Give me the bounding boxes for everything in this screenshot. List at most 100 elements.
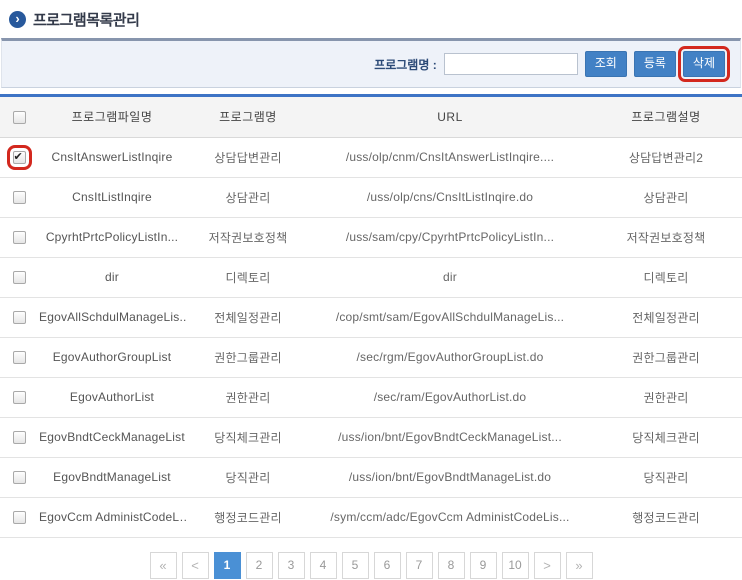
row-checkbox[interactable] xyxy=(13,311,26,324)
program-table: 프로그램파일명 프로그램명 URL 프로그램설명 CnsItAnswerList… xyxy=(0,97,742,538)
table-row: CnsItListInqire 상담관리 /uss/olp/cns/CnsItL… xyxy=(0,177,742,217)
row-checkbox-cell xyxy=(0,217,38,257)
pagination-prev-button[interactable]: < xyxy=(182,552,209,579)
cell-program-file: EgovBndtCeckManageList xyxy=(38,417,186,457)
cell-program-name: 전체일정관리 xyxy=(186,297,310,337)
row-checkbox-cell xyxy=(0,497,38,537)
table-row: EgovAuthorGroupList 권한그룹관리 /sec/rgm/Egov… xyxy=(0,337,742,377)
page-button-9[interactable]: 9 xyxy=(470,552,497,579)
row-checkbox-cell xyxy=(0,137,38,177)
table-row: EgovBndtCeckManageList 당직체크관리 /uss/ion/b… xyxy=(0,417,742,457)
cell-program-name: 권한관리 xyxy=(186,377,310,417)
page-button-1[interactable]: 1 xyxy=(214,552,241,579)
cell-url: /sym/ccm/adc/EgovCcm AdministCodeLis... xyxy=(310,497,590,537)
page-button-7[interactable]: 7 xyxy=(406,552,433,579)
cell-url: /cop/smt/sam/EgovAllSchdulManageLis... xyxy=(310,297,590,337)
cell-program-desc: 당직관리 xyxy=(590,457,742,497)
search-button[interactable]: 조회 xyxy=(585,51,627,76)
cell-url: /sec/ram/EgovAuthorList.do xyxy=(310,377,590,417)
cell-url: dir xyxy=(310,257,590,297)
cell-program-name: 저작권보호정책 xyxy=(186,217,310,257)
register-button[interactable]: 등록 xyxy=(634,51,676,76)
arrow-circle-icon: › xyxy=(9,11,26,28)
row-checkbox[interactable] xyxy=(13,391,26,404)
pagination-next-button[interactable]: > xyxy=(534,552,561,579)
row-checkbox-cell xyxy=(0,417,38,457)
cell-program-file: dir xyxy=(38,257,186,297)
table-row: EgovAllSchdulManageLis... 전체일정관리 /cop/sm… xyxy=(0,297,742,337)
table-row: EgovBndtManageList 당직관리 /uss/ion/bnt/Ego… xyxy=(0,457,742,497)
row-checkbox-cell xyxy=(0,177,38,217)
page-button-8[interactable]: 8 xyxy=(438,552,465,579)
cell-program-name: 디렉토리 xyxy=(186,257,310,297)
pagination-first-button[interactable]: « xyxy=(150,552,177,579)
pagination-last-button[interactable]: » xyxy=(566,552,593,579)
cell-program-desc: 저작권보호정책 xyxy=(590,217,742,257)
table-row: dir 디렉토리 dir 디렉토리 xyxy=(0,257,742,297)
row-checkbox-cell xyxy=(0,257,38,297)
cell-program-file: CpyrhtPrtcPolicyListIn... xyxy=(38,217,186,257)
table-header-row: 프로그램파일명 프로그램명 URL 프로그램설명 xyxy=(0,97,742,137)
page-title: 프로그램목록관리 xyxy=(33,9,139,30)
row-checkbox-cell xyxy=(0,377,38,417)
cell-program-file: EgovBndtManageList xyxy=(38,457,186,497)
cell-program-file: EgovAllSchdulManageLis... xyxy=(38,297,186,337)
cell-url: /sec/rgm/EgovAuthorGroupList.do xyxy=(310,337,590,377)
cell-url: /uss/olp/cns/CnsItListInqire.do xyxy=(310,177,590,217)
cell-program-desc: 상담답변관리2 xyxy=(590,137,742,177)
cell-program-desc: 행정코드관리 xyxy=(590,497,742,537)
row-checkbox-cell xyxy=(0,457,38,497)
row-checkbox[interactable] xyxy=(13,231,26,244)
page-button-5[interactable]: 5 xyxy=(342,552,369,579)
cell-program-name: 행정코드관리 xyxy=(186,497,310,537)
search-panel: 프로그램명 : 조회 등록 삭제 xyxy=(1,38,741,88)
cell-program-file: EgovAuthorGroupList xyxy=(38,337,186,377)
cell-program-file: CnsItAnswerListInqire xyxy=(38,137,186,177)
column-header-program-file: 프로그램파일명 xyxy=(38,97,186,137)
pagination: «<12345678910>» xyxy=(0,552,742,579)
column-header-url: URL xyxy=(310,97,590,137)
cell-program-desc: 상담관리 xyxy=(590,177,742,217)
column-header-program-desc: 프로그램설명 xyxy=(590,97,742,137)
column-header-program-name: 프로그램명 xyxy=(186,97,310,137)
table-row: CpyrhtPrtcPolicyListIn... 저작권보호정책 /uss/s… xyxy=(0,217,742,257)
row-checkbox[interactable] xyxy=(13,351,26,364)
cell-program-name: 상담답변관리 xyxy=(186,137,310,177)
cell-program-name: 상담관리 xyxy=(186,177,310,217)
row-checkbox[interactable] xyxy=(13,151,26,164)
row-checkbox[interactable] xyxy=(13,271,26,284)
cell-url: /uss/sam/cpy/CpyrhtPrtcPolicyListIn... xyxy=(310,217,590,257)
cell-program-name: 당직체크관리 xyxy=(186,417,310,457)
cell-program-name: 당직관리 xyxy=(186,457,310,497)
page-button-10[interactable]: 10 xyxy=(502,552,529,579)
page-button-4[interactable]: 4 xyxy=(310,552,337,579)
delete-button[interactable]: 삭제 xyxy=(683,51,725,76)
program-name-input[interactable] xyxy=(444,53,578,75)
row-checkbox[interactable] xyxy=(13,471,26,484)
page-button-6[interactable]: 6 xyxy=(374,552,401,579)
cell-program-file: CnsItListInqire xyxy=(38,177,186,217)
select-all-cell xyxy=(0,97,38,137)
cell-program-file: EgovCcm AdministCodeL… xyxy=(38,497,186,537)
program-name-label: 프로그램명 : xyxy=(374,56,437,73)
cell-program-file: EgovAuthorList xyxy=(38,377,186,417)
select-all-checkbox[interactable] xyxy=(13,111,26,124)
row-checkbox-cell xyxy=(0,297,38,337)
cell-url: /uss/olp/cnm/CnsItAnswerListInqire.... xyxy=(310,137,590,177)
row-checkbox[interactable] xyxy=(13,431,26,444)
row-checkbox-cell xyxy=(0,337,38,377)
cell-program-desc: 권한그룹관리 xyxy=(590,337,742,377)
page-header: › 프로그램목록관리 xyxy=(0,0,742,36)
cell-program-desc: 당직체크관리 xyxy=(590,417,742,457)
cell-program-desc: 디렉토리 xyxy=(590,257,742,297)
cell-program-desc: 권한관리 xyxy=(590,377,742,417)
cell-program-name: 권한그룹관리 xyxy=(186,337,310,377)
table-row: EgovAuthorList 권한관리 /sec/ram/EgovAuthorL… xyxy=(0,377,742,417)
page-root: › 프로그램목록관리 프로그램명 : 조회 등록 삭제 프로그램파일명 프로그램… xyxy=(0,0,742,579)
page-button-3[interactable]: 3 xyxy=(278,552,305,579)
table-row: CnsItAnswerListInqire 상담답변관리 /uss/olp/cn… xyxy=(0,137,742,177)
row-checkbox[interactable] xyxy=(13,191,26,204)
page-button-2[interactable]: 2 xyxy=(246,552,273,579)
cell-url: /uss/ion/bnt/EgovBndtCeckManageList... xyxy=(310,417,590,457)
row-checkbox[interactable] xyxy=(13,511,26,524)
